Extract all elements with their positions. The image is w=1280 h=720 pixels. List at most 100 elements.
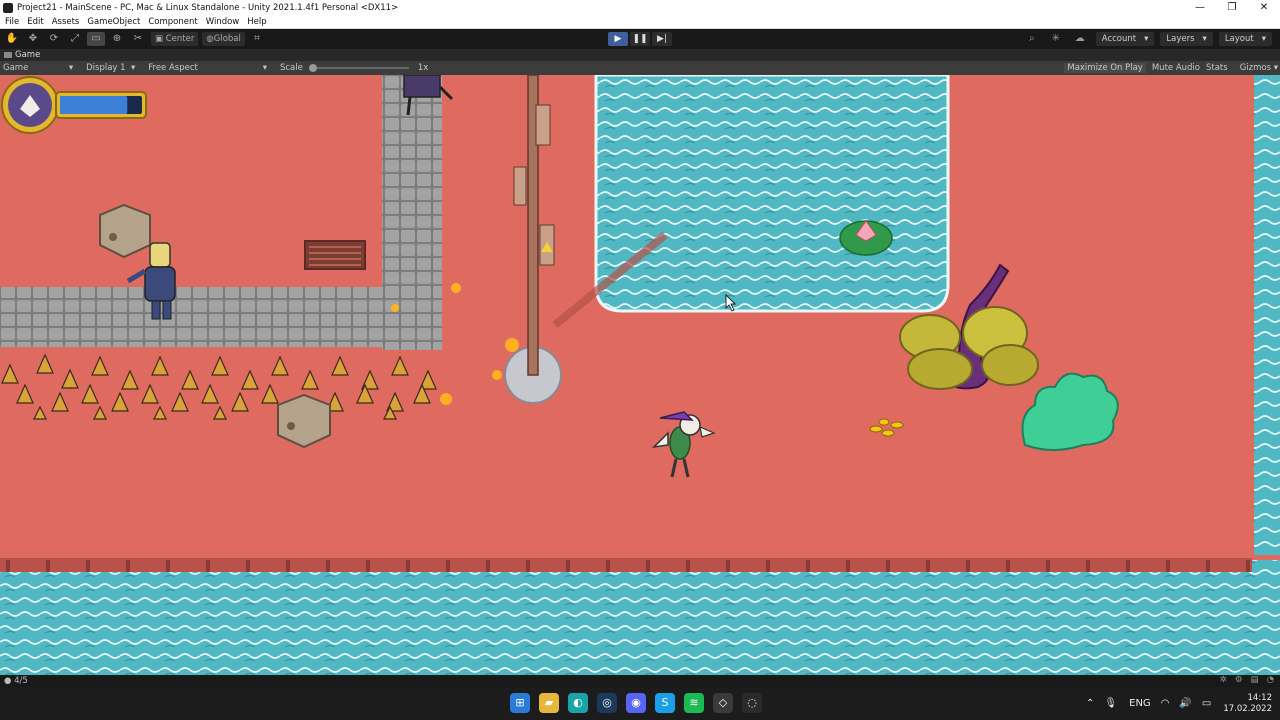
pivot-global-button[interactable]: ◍Global: [202, 32, 245, 46]
play-controls: ▶ ❚❚ ▶|: [608, 32, 674, 46]
unity-logo-icon: [3, 2, 13, 13]
layers-label: Layers: [1166, 34, 1195, 44]
minimize-button[interactable]: —: [1184, 0, 1216, 15]
steam-icon[interactable]: ◎: [597, 693, 617, 713]
game-tab-row: Game: [0, 49, 1280, 61]
scale-tool-icon[interactable]: ⤢: [66, 32, 84, 46]
window-controls: — ❐ ✕: [1184, 0, 1280, 15]
mute-audio-toggle[interactable]: Mute Audio: [1152, 63, 1200, 73]
unity-taskbar-icon[interactable]: ◇: [713, 693, 733, 713]
gizmos-dropdown[interactable]: Gizmos ▾: [1234, 63, 1278, 73]
system-tray: ⌃ 🎙 ENG ◠ 🔊 ▭ 14:12 17.02.2022: [1076, 687, 1272, 720]
crate-lower: [277, 393, 331, 449]
rotate-tool-icon[interactable]: ⟳: [45, 32, 63, 46]
game-view-controls: Game ▾ Display 1 ▾ Free Aspect ▾ Scale 1…: [0, 61, 1280, 75]
game-mode-dropdown[interactable]: Game ▾: [3, 63, 73, 73]
file-explorer-icon[interactable]: ▰: [539, 693, 559, 713]
game-mode-label: Game: [3, 63, 29, 73]
taskbar-apps: ⊞ ▰ ◐ ◎ ◉ S ≋ ◇ ◌: [510, 693, 762, 713]
game-viewport[interactable]: [0, 75, 1280, 675]
toolbar-right: ⌕ ✳ ☁ Account ▾ Layers ▾ Layout ▾: [1018, 32, 1272, 46]
player-hud: [1, 76, 147, 134]
scale-slider[interactable]: [308, 64, 409, 72]
water-right: [1254, 75, 1280, 555]
spotify-icon[interactable]: ≋: [684, 693, 704, 713]
discord-icon[interactable]: ◉: [626, 693, 646, 713]
scale-slider-handle[interactable]: [308, 64, 317, 72]
move-tool-icon[interactable]: ✥: [24, 32, 42, 46]
scale-value: 1x: [417, 63, 429, 73]
clock-date: 17.02.2022: [1223, 703, 1272, 714]
layout-dropdown[interactable]: Layout ▾: [1218, 32, 1272, 46]
language-indicator[interactable]: ENG: [1129, 698, 1151, 709]
tab-game[interactable]: Game: [4, 50, 40, 60]
menu-bar: File Edit Assets GameObject Component Wi…: [0, 15, 1280, 29]
account-label: Account: [1101, 34, 1137, 44]
debug-mode-icon[interactable]: ⚙: [1235, 675, 1243, 685]
obs-icon[interactable]: ◌: [742, 693, 762, 713]
chevron-down-icon: ▾: [1202, 34, 1207, 44]
menu-assets[interactable]: Assets: [52, 17, 80, 27]
game-scene: [0, 75, 1280, 675]
account-dropdown[interactable]: Account ▾: [1095, 32, 1155, 46]
pond: [594, 75, 950, 313]
search-icon[interactable]: ⌕: [1022, 32, 1042, 46]
start-menu-icon[interactable]: ⊞: [510, 693, 530, 713]
collab-icon[interactable]: ✳: [1046, 32, 1066, 46]
scale-label: Scale: [279, 63, 303, 73]
maximize-on-play-toggle[interactable]: Maximize On Play: [1064, 63, 1146, 73]
skype-icon[interactable]: S: [655, 693, 675, 713]
menu-edit[interactable]: Edit: [27, 17, 43, 27]
close-button[interactable]: ✕: [1248, 0, 1280, 15]
pivot-center-label: Center: [165, 34, 195, 44]
river: [0, 560, 1280, 675]
clock-time: 14:12: [1247, 692, 1273, 703]
grid-snap-icon[interactable]: ⌗: [248, 32, 266, 46]
main-toolbar: ✋ ✥ ⟳ ⤢ ▭ ⊕ ✂ ▣ Center ◍Global ⌗ ▶ ❚❚ ▶|…: [0, 29, 1280, 49]
step-button-icon[interactable]: ▶|: [652, 32, 672, 46]
pause-button-icon[interactable]: ❚❚: [630, 32, 650, 46]
menu-gameobject[interactable]: GameObject: [87, 17, 140, 27]
maximize-button[interactable]: ❐: [1216, 0, 1248, 15]
crate-upper: [99, 203, 151, 259]
console-status[interactable]: ● 4/5: [4, 676, 28, 686]
play-button-icon[interactable]: ▶: [608, 32, 628, 46]
menu-component[interactable]: Component: [148, 17, 197, 27]
auto-generate-icon[interactable]: ✲: [1220, 675, 1227, 685]
window-title: Project21 - MainScene - PC, Mac & Linux …: [17, 2, 399, 13]
custom-tool-icon[interactable]: ✂: [129, 32, 147, 46]
clock[interactable]: 14:12 17.02.2022: [1223, 693, 1272, 715]
layers-dropdown[interactable]: Layers ▾: [1160, 32, 1213, 46]
microphone-icon[interactable]: 🎙: [1104, 698, 1117, 709]
console-icon[interactable]: ▤: [1251, 675, 1259, 685]
stone-path-horizontal: [0, 287, 442, 347]
menu-file[interactable]: File: [5, 17, 19, 27]
wifi-icon[interactable]: ◠: [1161, 698, 1170, 709]
stats-toggle[interactable]: Stats: [1206, 63, 1228, 73]
edge-browser-icon[interactable]: ◐: [568, 693, 588, 713]
layout-label: Layout: [1224, 34, 1254, 44]
cloud-icon[interactable]: ☁: [1070, 32, 1090, 46]
collab-status-icon[interactable]: ◔: [1267, 675, 1274, 685]
menu-help[interactable]: Help: [247, 17, 266, 27]
health-bar-fill: [60, 96, 128, 114]
console-count: 4/5: [14, 676, 28, 686]
game-view-toggles: Maximize On Play Mute Audio Stats Gizmos…: [1058, 61, 1278, 75]
hand-tool-icon[interactable]: ✋: [3, 32, 21, 46]
tray-overflow-icon[interactable]: ⌃: [1086, 698, 1094, 709]
riverbank-fence: [0, 558, 1252, 572]
lily-pad: [839, 220, 893, 256]
aspect-dropdown[interactable]: Free Aspect ▾: [148, 63, 267, 73]
rect-tool-icon[interactable]: ▭: [87, 32, 105, 46]
menu-window[interactable]: Window: [206, 17, 240, 27]
chevron-down-icon: ▾: [1144, 34, 1149, 44]
display-dropdown[interactable]: Display 1 ▾: [86, 63, 135, 73]
gizmos-label: Gizmos: [1239, 63, 1272, 73]
chevron-down-icon: ▾: [1261, 34, 1266, 44]
display-label: Display 1: [86, 63, 126, 73]
os-taskbar: ⊞ ▰ ◐ ◎ ◉ S ≋ ◇ ◌ ⌃ 🎙 ENG ◠ 🔊 ▭ 14:12 17…: [0, 687, 1280, 720]
transform-tool-icon[interactable]: ⊕: [108, 32, 126, 46]
pivot-center-button[interactable]: ▣ Center: [151, 32, 199, 46]
volume-icon[interactable]: 🔊: [1179, 698, 1191, 709]
battery-icon[interactable]: ▭: [1202, 698, 1211, 709]
